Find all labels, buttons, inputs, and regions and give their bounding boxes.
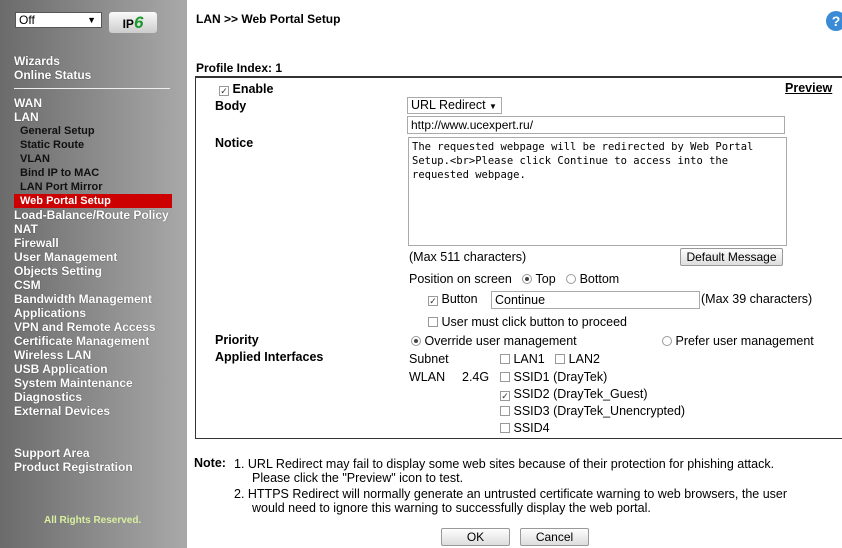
page-title: LAN >> Web Portal Setup xyxy=(196,12,341,26)
cancel-button[interactable]: Cancel xyxy=(520,528,589,546)
note-1: 1. URL Redirect may fail to display some… xyxy=(234,457,775,471)
button-checkbox[interactable]: ✓ xyxy=(428,296,438,306)
nav-wan[interactable]: WAN xyxy=(14,96,42,110)
prefer-label: Prefer user management xyxy=(675,334,814,348)
override-radio[interactable] xyxy=(411,336,421,346)
nav-general-setup[interactable]: General Setup xyxy=(20,124,95,138)
ssid3-checkbox[interactable] xyxy=(500,406,510,416)
chevron-down-icon: ▼ xyxy=(87,15,96,25)
nav-item[interactable]: CSM xyxy=(14,278,41,292)
nav-item[interactable]: Certificate Management xyxy=(14,334,149,348)
enable-checkbox[interactable]: ✓ xyxy=(219,86,229,96)
note-1b: Please click the "Preview" icon to test. xyxy=(252,471,464,485)
notice-textarea[interactable]: The requested webpage will be redirected… xyxy=(408,137,787,246)
nav-vlan[interactable]: VLAN xyxy=(20,152,50,166)
notice-label: Notice xyxy=(215,136,254,150)
sidebar: Off ▼ IP6 Wizards Online Status WAN LAN G… xyxy=(0,0,187,548)
nav-web-portal-setup[interactable]: Web Portal Setup xyxy=(20,194,111,208)
nav-product-registration[interactable]: Product Registration xyxy=(14,460,133,474)
note-2b: would need to ignore this warning to suc… xyxy=(252,501,651,515)
ssid3-label: SSID3 (DrayTek_Unencrypted) xyxy=(513,404,686,418)
nav-item[interactable]: VPN and Remote Access xyxy=(14,320,156,334)
nav-item[interactable]: Objects Setting xyxy=(14,264,102,278)
lan1-checkbox[interactable] xyxy=(500,354,510,364)
lan2-label: LAN2 xyxy=(568,352,600,366)
top-label: Top xyxy=(535,272,556,286)
nav-support-area[interactable]: Support Area xyxy=(14,446,90,460)
button-text-input[interactable]: Continue xyxy=(491,291,700,309)
note-2: 2. HTTPS Redirect will normally generate… xyxy=(234,487,788,501)
ok-button[interactable]: OK xyxy=(441,528,510,546)
body-label: Body xyxy=(215,99,247,113)
bottom-radio[interactable] xyxy=(566,274,577,284)
nav-wizards[interactable]: Wizards xyxy=(14,54,60,68)
nav-lan-port-mirror[interactable]: LAN Port Mirror xyxy=(20,180,103,194)
default-message-button[interactable]: Default Message xyxy=(680,248,783,266)
nav-item[interactable]: Bandwidth Management xyxy=(14,292,152,306)
nav-lan[interactable]: LAN xyxy=(14,110,39,124)
max-511-hint: (Max 511 characters) xyxy=(409,250,527,264)
override-label: Override user management xyxy=(424,334,577,348)
nav-item[interactable]: External Devices xyxy=(14,404,110,418)
nav-bind-ip-mac[interactable]: Bind IP to MAC xyxy=(20,166,99,180)
band-label: 2.4G xyxy=(462,370,490,384)
prefer-radio[interactable] xyxy=(662,336,672,346)
note-label: Note: xyxy=(194,456,226,470)
position-label: Position on screen xyxy=(409,272,512,286)
url-input[interactable]: http://www.ucexpert.ru/ xyxy=(407,116,785,134)
chevron-down-icon: ▼ xyxy=(489,102,497,111)
profile-index: Profile Index: 1 xyxy=(196,61,283,75)
mode-select[interactable]: Off ▼ xyxy=(15,12,102,28)
preview-link[interactable]: Preview xyxy=(785,81,832,95)
ssid1-label: SSID1 (DrayTek) xyxy=(513,370,608,384)
nav-item[interactable]: Firewall xyxy=(14,236,59,250)
nav-online-status[interactable]: Online Status xyxy=(14,68,91,82)
ssid2-checkbox[interactable]: ✓ xyxy=(500,391,510,401)
max-39-hint: (Max 39 characters) xyxy=(701,292,813,306)
nav-item[interactable]: Applications xyxy=(14,306,86,320)
nav-item[interactable]: System Maintenance xyxy=(14,376,133,390)
help-icon[interactable]: ? xyxy=(826,11,842,31)
lan1-label: LAN1 xyxy=(513,352,545,366)
nav-item[interactable]: USB Application xyxy=(14,362,108,376)
nav-item[interactable]: Diagnostics xyxy=(14,390,82,404)
ssid1-checkbox[interactable] xyxy=(500,372,510,382)
mode-value: Off xyxy=(19,13,35,27)
nav-item[interactable]: Wireless LAN xyxy=(14,348,91,362)
subnet-label: Subnet xyxy=(409,352,449,366)
nav-static-route[interactable]: Static Route xyxy=(20,138,84,152)
body-value: URL Redirect xyxy=(411,98,486,112)
top-radio[interactable] xyxy=(522,274,533,284)
applied-interfaces-label: Applied Interfaces xyxy=(215,350,324,364)
button-label: Button xyxy=(441,292,478,306)
ssid4-label: SSID4 xyxy=(513,421,550,435)
lan2-checkbox[interactable] xyxy=(555,354,566,364)
priority-label: Priority xyxy=(215,333,259,347)
nav-item[interactable]: NAT xyxy=(14,222,38,236)
nav-item[interactable]: Load-Balance/Route Policy xyxy=(14,208,169,222)
enable-label: Enable xyxy=(232,82,274,96)
must-click-label: User must click button to proceed xyxy=(441,315,627,329)
divider xyxy=(14,88,170,89)
nav-item[interactable]: User Management xyxy=(14,250,117,264)
bottom-label: Bottom xyxy=(579,272,620,286)
must-click-checkbox[interactable] xyxy=(428,317,438,327)
ssid2-label: SSID2 (DrayTek_Guest) xyxy=(513,387,648,401)
body-select[interactable]: URL Redirect ▼ xyxy=(407,97,502,114)
wlan-label: WLAN xyxy=(409,370,446,384)
ssid4-checkbox[interactable] xyxy=(500,423,510,433)
ipv6-logo[interactable]: IP6 xyxy=(109,12,157,33)
footer-text: All Rights Reserved. xyxy=(44,515,142,526)
